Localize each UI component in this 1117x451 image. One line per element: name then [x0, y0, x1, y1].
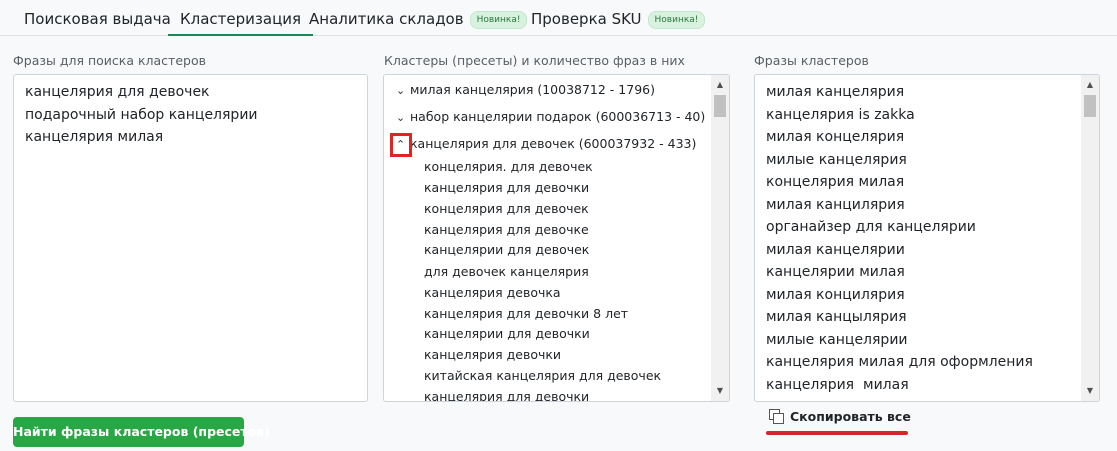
- search-phrases-input[interactable]: канцелярия для девочек подарочный набор …: [13, 74, 368, 402]
- phrase-line: милые канцелярии: [766, 331, 908, 348]
- scroll-up-icon[interactable]: ▲: [711, 77, 729, 93]
- phrase-line: милая канцилярия: [766, 196, 905, 213]
- copy-all-label: Скопировать все: [790, 409, 911, 424]
- cluster-label: милая канцелярия (10038712 - 1796): [410, 82, 655, 97]
- phrase-line: милая канцылярия: [766, 309, 907, 325]
- cluster-item[interactable]: ⌃ канцелярия для девочек (600037932 - 433…: [396, 136, 696, 151]
- phrase-line: подарочный набор канцелярии: [25, 106, 258, 123]
- copy-all-button[interactable]: Скопировать все: [768, 407, 911, 427]
- phrase-line: канцелярия милая: [25, 129, 164, 145]
- scroll-up-icon[interactable]: ▲: [1081, 77, 1099, 93]
- cluster-phrase: концелярия для девочек: [424, 201, 589, 216]
- tab-sku-check[interactable]: Проверка SKU Новинка!: [531, 0, 706, 36]
- new-badge: Новинка!: [469, 11, 528, 29]
- scroll-down-icon[interactable]: ▼: [1081, 383, 1099, 399]
- phrase-line: канцелярия милая для оформления: [766, 354, 1033, 370]
- phrase-line: органайзер для канцелярии: [766, 219, 976, 235]
- cluster-label: канцелярия для девочек (600037932 - 433): [410, 136, 697, 151]
- cluster-label: набор канцелярии подарок (600036713 - 40…: [410, 109, 706, 124]
- highlight-underline: [766, 431, 908, 435]
- cluster-phrase: для девочек канцелярия: [424, 264, 589, 279]
- cluster-phrase: канцелярии для девочки: [424, 326, 590, 341]
- highlight-box: [390, 133, 412, 157]
- clusters-panel: ⌄ милая канцелярия (10038712 - 1796) ⌄ наб…: [383, 74, 730, 402]
- cluster-phrase: китайская канцелярия для девочек: [424, 368, 662, 383]
- search-phrases-text: канцелярия для девочек подарочный набор …: [14, 75, 367, 149]
- clusters-scrollbar[interactable]: ▲ ▼: [711, 75, 729, 401]
- cluster-phrases-scrollbar[interactable]: ▲ ▼: [1081, 75, 1099, 401]
- tab-label: Аналитика складов: [309, 10, 464, 28]
- phrase-line: канцелярия is zakka: [766, 106, 915, 123]
- phrase-line: милая концилярия: [766, 286, 905, 303]
- clusters-label: Кластеры (пресеты) и количество фраз в н…: [384, 53, 685, 68]
- find-cluster-phrases-button[interactable]: Найти фразы кластеров (пресетов): [13, 417, 270, 447]
- tab-search-results[interactable]: Поисковая выдача: [24, 0, 171, 36]
- cluster-phrases-label: Фразы кластеров: [754, 53, 869, 68]
- copy-icon: [768, 409, 784, 424]
- phrase-line: канцелярия милая: [766, 376, 909, 393]
- cluster-phrases-text: милая канцелярия канцелярия is zakka мил…: [755, 75, 1099, 396]
- new-badge: Новинка!: [647, 11, 706, 29]
- tab-label: Проверка SKU: [531, 10, 642, 28]
- tab-clustering[interactable]: Кластеризация: [168, 0, 314, 36]
- phrase-line: милая канцелярии: [766, 241, 905, 258]
- cluster-phrase: канцелярия девочки: [424, 347, 562, 362]
- chevron-down-icon[interactable]: ⌄: [396, 111, 410, 124]
- scroll-thumb[interactable]: [1084, 95, 1096, 117]
- cluster-phrases-output[interactable]: милая канцелярия канцелярия is zakka мил…: [754, 74, 1100, 402]
- cluster-phrase: концелярия. для девочек: [424, 159, 593, 174]
- phrase-line: концелярия милая: [766, 174, 905, 190]
- cluster-item[interactable]: ⌄ набор канцелярии подарок (600036713 - 4…: [396, 109, 705, 124]
- tab-label: Кластеризация: [180, 10, 302, 28]
- chevron-down-icon[interactable]: ⌄: [396, 84, 410, 97]
- tab-bar: Поисковая выдача Кластеризация Аналитика…: [0, 0, 1117, 36]
- phrase-line: милые канцелярия: [766, 151, 907, 168]
- cluster-phrase: канцелярии для девочек: [424, 242, 590, 257]
- cluster-phrase: канцелярия девочка: [424, 285, 561, 300]
- scroll-down-icon[interactable]: ▼: [711, 383, 729, 399]
- cluster-phrase: канцелярия для девочке: [424, 222, 589, 237]
- cluster-phrase: канцелярия для девочки: [424, 180, 590, 195]
- search-phrases-label: Фразы для поиска кластеров: [13, 53, 206, 68]
- cluster-phrase: канцелярия для девочки: [424, 389, 590, 401]
- tab-warehouse-analytics[interactable]: Аналитика складов Новинка!: [309, 0, 528, 36]
- cluster-item[interactable]: ⌄ милая канцелярия (10038712 - 1796): [396, 82, 655, 97]
- phrase-line: милая концелярия: [766, 129, 905, 145]
- clusters-list: ⌄ милая канцелярия (10038712 - 1796) ⌄ наб…: [384, 75, 711, 401]
- tab-label: Поисковая выдача: [24, 10, 171, 28]
- phrase-line: милая канцелярия: [766, 84, 905, 100]
- scroll-thumb[interactable]: [714, 95, 726, 117]
- phrase-line: канцелярии милая: [766, 264, 905, 280]
- phrase-line: канцелярия для девочек: [25, 84, 210, 100]
- cluster-phrase: канцелярия для девочки 8 лет: [424, 306, 629, 321]
